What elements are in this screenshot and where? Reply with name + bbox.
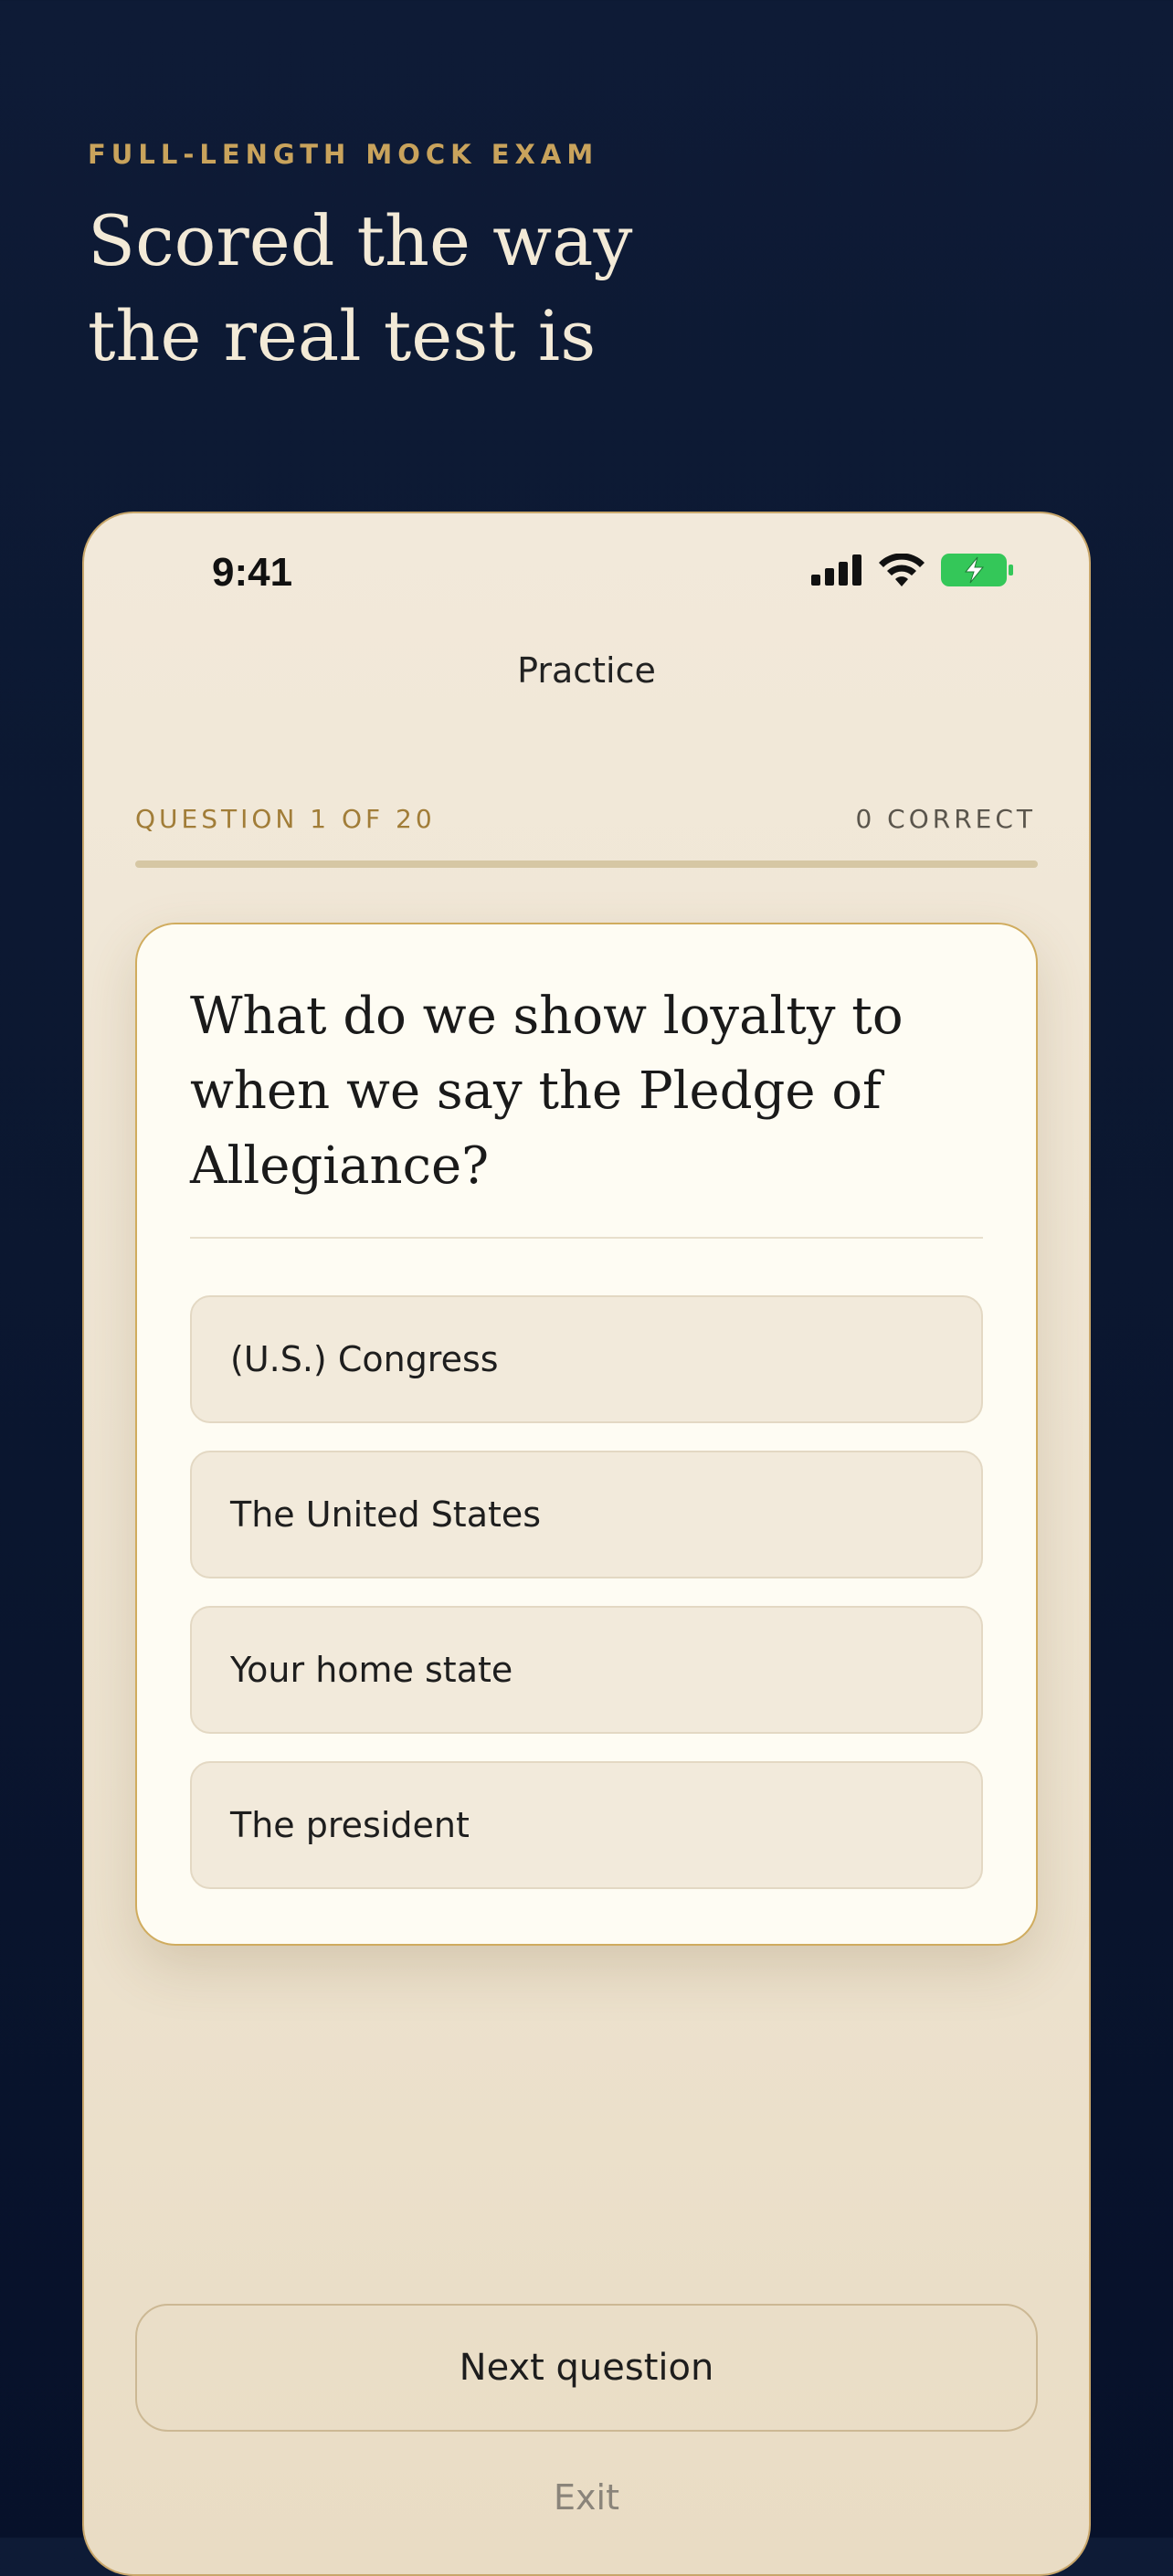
progress-bar xyxy=(135,860,1038,868)
status-time: 9:41 xyxy=(212,550,293,595)
eyebrow-label: FULL-LENGTH MOCK EXAM xyxy=(88,139,599,170)
exit-link[interactable]: Exit xyxy=(84,2477,1089,2518)
correct-count-label: 0 CORRECT xyxy=(855,804,1036,834)
next-question-button[interactable]: Next question xyxy=(135,2304,1038,2432)
nav-title: Practice xyxy=(517,650,656,691)
battery-charging-icon xyxy=(941,554,1014,590)
question-divider xyxy=(190,1237,983,1239)
question-progress-label: QUESTION 1 OF 20 xyxy=(135,804,436,834)
headline-line-1: Scored the way xyxy=(88,200,633,281)
question-text: What do we show loyalty to when we say t… xyxy=(190,987,904,1196)
wifi-icon xyxy=(879,553,925,590)
question-card: What do we show loyalty to when we say t… xyxy=(135,923,1038,1946)
cellular-signal-icon xyxy=(811,554,862,589)
answer-option-4[interactable]: The president xyxy=(190,1761,983,1889)
answer-option-3[interactable]: Your home state xyxy=(190,1606,983,1734)
answer-option-2[interactable]: The United States xyxy=(190,1451,983,1578)
answer-option-1[interactable]: (U.S.) Congress xyxy=(190,1295,983,1423)
headline-line-2: the real test is xyxy=(88,295,597,376)
phone-frame: 9:41 Practice QUESTION 1 OF 20 0 CORRECT… xyxy=(82,512,1091,2576)
hero-headline: Scored the way the real test is xyxy=(88,194,819,384)
status-icons xyxy=(811,553,1014,590)
